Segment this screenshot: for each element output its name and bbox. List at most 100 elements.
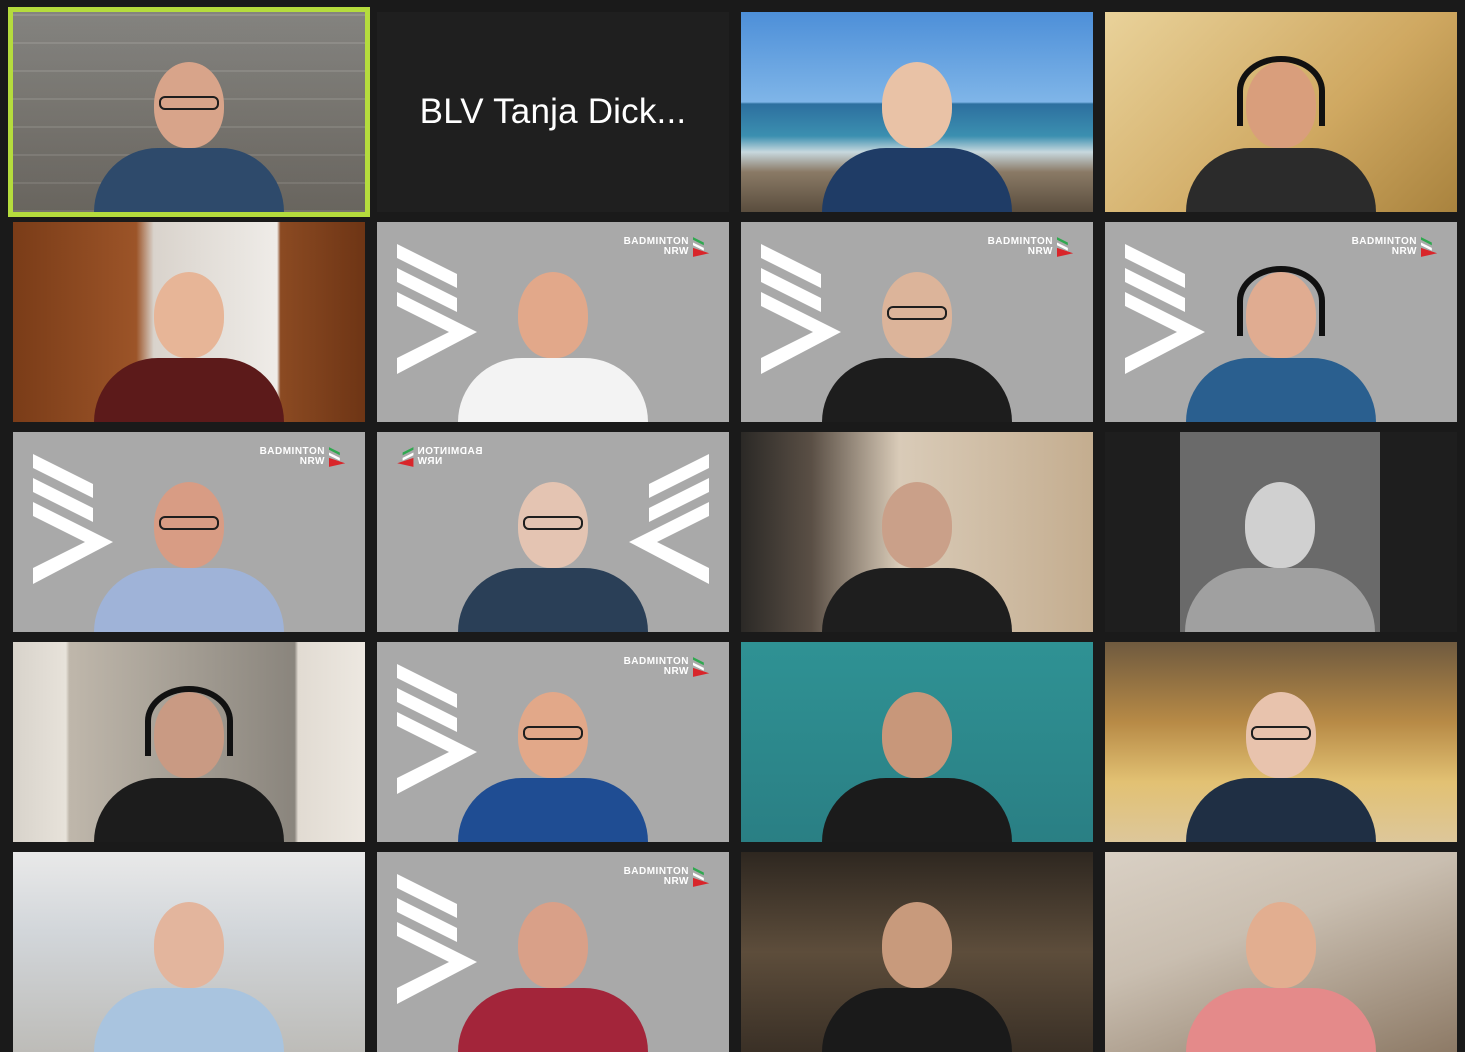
participant-torso [94, 778, 284, 842]
participant-head [882, 902, 952, 988]
participant-figure [89, 272, 289, 422]
headset-icon [145, 686, 233, 756]
glasses-icon [159, 96, 219, 110]
participant-tile[interactable] [741, 642, 1093, 842]
participant-torso [822, 988, 1012, 1052]
participant-torso [94, 358, 284, 422]
brand-line2: NRW [1391, 246, 1417, 257]
participant-torso [458, 568, 648, 632]
participant-figure [453, 482, 653, 632]
participant-figure [1181, 902, 1381, 1052]
glasses-icon [523, 726, 583, 740]
participant-figure [89, 902, 289, 1052]
participant-head [154, 482, 224, 568]
nrw-flag-icon [1421, 237, 1438, 257]
participant-tile[interactable]: BADMINTON NRW [377, 642, 729, 842]
glasses-icon [1251, 726, 1311, 740]
nrw-flag-icon [329, 447, 346, 467]
headset-icon [1237, 266, 1325, 336]
participant-tile[interactable]: BADMINTON NRW [377, 432, 729, 632]
participant-figure [453, 902, 653, 1052]
nrw-flag-icon [396, 447, 413, 467]
participant-torso [822, 568, 1012, 632]
badminton-nrw-brand: BADMINTON NRW [260, 446, 347, 468]
participant-torso [1185, 568, 1375, 632]
participant-torso [458, 358, 648, 422]
participant-figure [1180, 482, 1380, 632]
participant-head [518, 272, 588, 358]
participant-tile[interactable]: BADMINTON NRW [13, 432, 365, 632]
participant-head [882, 272, 952, 358]
participant-torso [1186, 148, 1376, 212]
participant-tile[interactable] [741, 432, 1093, 632]
participant-head [1245, 482, 1315, 568]
participant-figure [89, 686, 289, 842]
participant-tile[interactable] [1105, 642, 1457, 842]
participant-tile[interactable] [13, 852, 365, 1052]
participant-figure [89, 62, 289, 212]
participant-figure [89, 482, 289, 632]
brand-line2: NRW [663, 246, 689, 257]
brand-line2: NRW [299, 456, 325, 467]
participant-tile[interactable]: BADMINTON NRW [1105, 222, 1457, 422]
participant-tile[interactable] [1105, 12, 1457, 212]
headset-icon [1237, 56, 1325, 126]
participant-head [154, 272, 224, 358]
participant-torso [1186, 358, 1376, 422]
participant-figure [817, 62, 1017, 212]
gallery-grid: BLV Tanja Dick... BADMINTON NRW BADMINTON NR… [0, 0, 1465, 1052]
participant-figure [1181, 56, 1381, 212]
participant-figure [817, 692, 1017, 842]
profile-photo [1180, 432, 1380, 632]
brand-line2: NRW [417, 456, 443, 467]
participant-figure [1181, 692, 1381, 842]
badminton-nrw-brand: BADMINTON NRW [988, 236, 1075, 258]
glasses-icon [523, 516, 583, 530]
participant-tile[interactable] [1105, 432, 1457, 632]
nrw-flag-icon [1057, 237, 1074, 257]
badminton-nrw-brand: BADMINTON NRW [395, 446, 482, 468]
participant-tile[interactable]: BLV Tanja Dick... [377, 12, 729, 212]
participant-torso [94, 988, 284, 1052]
participant-tile[interactable] [741, 12, 1093, 212]
badminton-nrw-brand: BADMINTON NRW [624, 236, 711, 258]
badminton-nrw-brand: BADMINTON NRW [624, 656, 711, 678]
participant-tile[interactable] [13, 642, 365, 842]
badminton-nrw-brand: BADMINTON NRW [624, 866, 711, 888]
participant-head [154, 62, 224, 148]
participant-torso [822, 778, 1012, 842]
participant-figure [817, 272, 1017, 422]
participant-head [518, 482, 588, 568]
participant-tile[interactable]: BADMINTON NRW [741, 222, 1093, 422]
participant-figure [1181, 266, 1381, 422]
participant-torso [822, 358, 1012, 422]
participant-figure [817, 482, 1017, 632]
participant-head [882, 62, 952, 148]
brand-line2: NRW [1027, 246, 1053, 257]
participant-torso [458, 988, 648, 1052]
participant-head [1246, 692, 1316, 778]
participant-head [518, 902, 588, 988]
participant-torso [1186, 988, 1376, 1052]
nrw-flag-icon [693, 237, 710, 257]
participant-head [145, 686, 233, 778]
participant-tile[interactable] [1105, 852, 1457, 1052]
participant-head [1246, 902, 1316, 988]
participant-tile[interactable] [8, 7, 370, 217]
participant-head [1237, 56, 1325, 148]
glasses-icon [159, 516, 219, 530]
participant-tile[interactable] [741, 852, 1093, 1052]
participant-head [154, 902, 224, 988]
participant-head [882, 482, 952, 568]
nrw-flag-icon [693, 867, 710, 887]
participant-tile[interactable]: BADMINTON NRW [377, 222, 729, 422]
participant-head [1237, 266, 1325, 358]
participant-head [882, 692, 952, 778]
participant-figure [453, 692, 653, 842]
participant-torso [94, 148, 284, 212]
participant-tile[interactable] [13, 222, 365, 422]
glasses-icon [887, 306, 947, 320]
participant-torso [458, 778, 648, 842]
participant-tile[interactable]: BADMINTON NRW [377, 852, 729, 1052]
participant-torso [1186, 778, 1376, 842]
